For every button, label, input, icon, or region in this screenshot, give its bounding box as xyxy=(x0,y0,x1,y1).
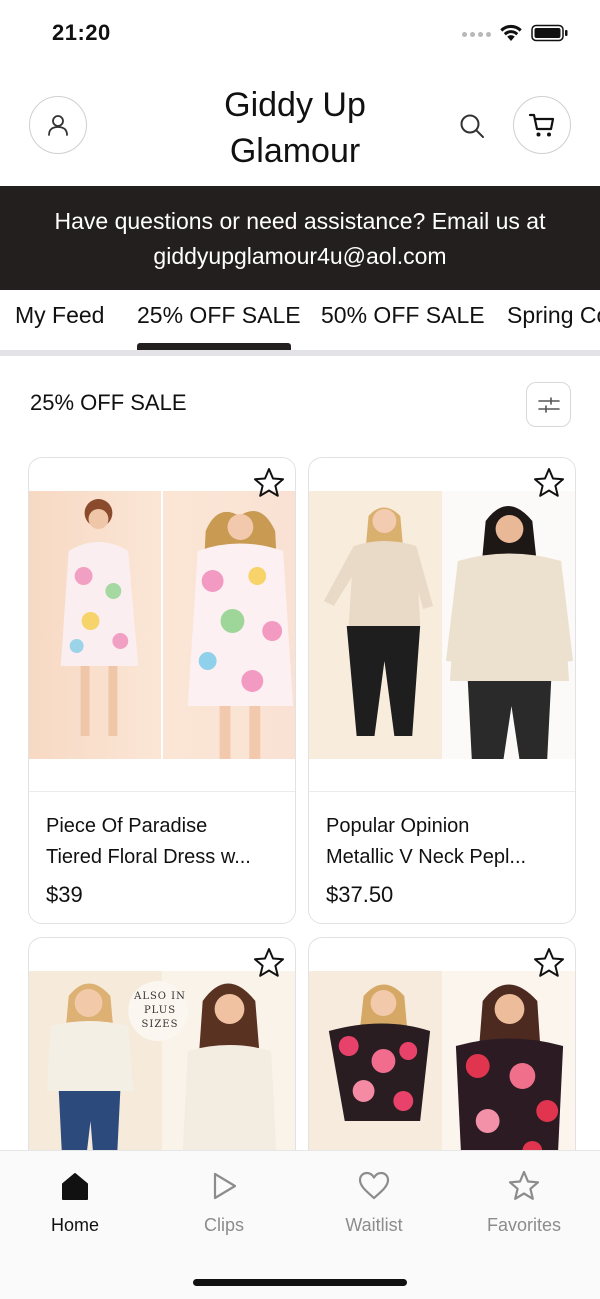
tab-50-off-sale[interactable]: 50% OFF SALE xyxy=(321,302,485,329)
section-title: 25% OFF SALE xyxy=(30,390,187,415)
sliders-icon xyxy=(537,396,560,413)
card-divider xyxy=(29,791,295,792)
product-name-line2: Tiered Floral Dress w... xyxy=(46,846,251,868)
search-icon xyxy=(460,114,484,138)
bottom-nav: Home Clips Waitlist Favorites xyxy=(0,1150,600,1299)
nav-favorites[interactable]: Favorites xyxy=(464,1169,584,1236)
product-price: $39 xyxy=(46,882,83,907)
nav-home-label: Home xyxy=(50,1215,99,1235)
brand-title-line2: Glamour xyxy=(229,132,361,170)
cart-icon xyxy=(528,113,555,137)
badge-line1: ALSO IN xyxy=(134,991,186,1002)
nav-waitlist-label: Waitlist xyxy=(345,1215,403,1235)
tabs-divider xyxy=(0,350,600,356)
nav-clips-label: Clips xyxy=(203,1215,244,1235)
star-icon xyxy=(508,1170,540,1200)
wifi-icon xyxy=(500,24,522,41)
product-name-line2: Metallic V Neck Pepl... xyxy=(326,846,527,868)
product-name: Piece Of Paradise Tiered Floral Dress w.… xyxy=(46,811,278,873)
filter-button[interactable] xyxy=(526,382,571,427)
battery-icon xyxy=(531,24,568,42)
badge-line2: PLUS xyxy=(143,1005,177,1016)
banner-text-line1: Have questions or need assistance? Email… xyxy=(54,208,546,234)
help-banner: Have questions or need assistance? Email… xyxy=(0,186,600,290)
user-icon xyxy=(48,115,68,136)
card-divider xyxy=(309,791,575,792)
tab-spring-collection[interactable]: Spring Collection xyxy=(507,302,600,329)
signal-icon xyxy=(462,32,491,37)
favorite-star-icon[interactable] xyxy=(532,946,566,980)
play-icon xyxy=(213,1172,237,1200)
nav-home[interactable]: Home xyxy=(15,1169,135,1236)
brand-title-line1: Giddy Up xyxy=(224,86,366,124)
category-tabs: My Feed 25% OFF SALE 50% OFF SALE Spring… xyxy=(0,290,600,354)
product-card[interactable]: Piece Of Paradise Tiered Floral Dress w.… xyxy=(28,457,296,924)
product-image[interactable] xyxy=(29,491,295,759)
tab-my-feed[interactable]: My Feed xyxy=(15,302,104,329)
home-indicator xyxy=(193,1279,407,1286)
app-header: Giddy Up Glamour xyxy=(0,66,600,186)
product-card[interactable]: Popular Opinion Metallic V Neck Pepl... … xyxy=(308,457,576,924)
plus-sizes-badge: ALSO IN PLUS SIZES xyxy=(129,990,191,1032)
badge-line3: SIZES xyxy=(141,1019,179,1030)
brand-title: Giddy Up Glamour xyxy=(170,82,420,174)
home-icon xyxy=(62,1173,88,1200)
heart-icon xyxy=(358,1171,390,1200)
nav-waitlist[interactable]: Waitlist xyxy=(314,1169,434,1236)
product-image[interactable] xyxy=(309,491,575,759)
tab-25-off-sale[interactable]: 25% OFF SALE xyxy=(137,302,301,329)
product-name-line1: Popular Opinion xyxy=(326,815,470,837)
status-time: 21:20 xyxy=(52,20,111,45)
search-button[interactable] xyxy=(456,110,488,142)
product-name-line1: Piece Of Paradise xyxy=(46,815,208,837)
favorite-star-icon[interactable] xyxy=(252,946,286,980)
profile-button[interactable] xyxy=(29,96,87,154)
favorite-star-icon[interactable] xyxy=(252,466,286,500)
active-tab-indicator xyxy=(137,343,291,350)
product-price: $37.50 xyxy=(326,882,394,907)
nav-clips[interactable]: Clips xyxy=(164,1169,284,1236)
status-bar: 21:20 xyxy=(0,0,600,66)
favorite-star-icon[interactable] xyxy=(532,466,566,500)
product-name: Popular Opinion Metallic V Neck Pepl... xyxy=(326,811,558,873)
cart-button[interactable] xyxy=(513,96,571,154)
banner-email[interactable]: giddyupglamour4u@aol.com xyxy=(0,239,600,274)
nav-favorites-label: Favorites xyxy=(486,1215,562,1235)
